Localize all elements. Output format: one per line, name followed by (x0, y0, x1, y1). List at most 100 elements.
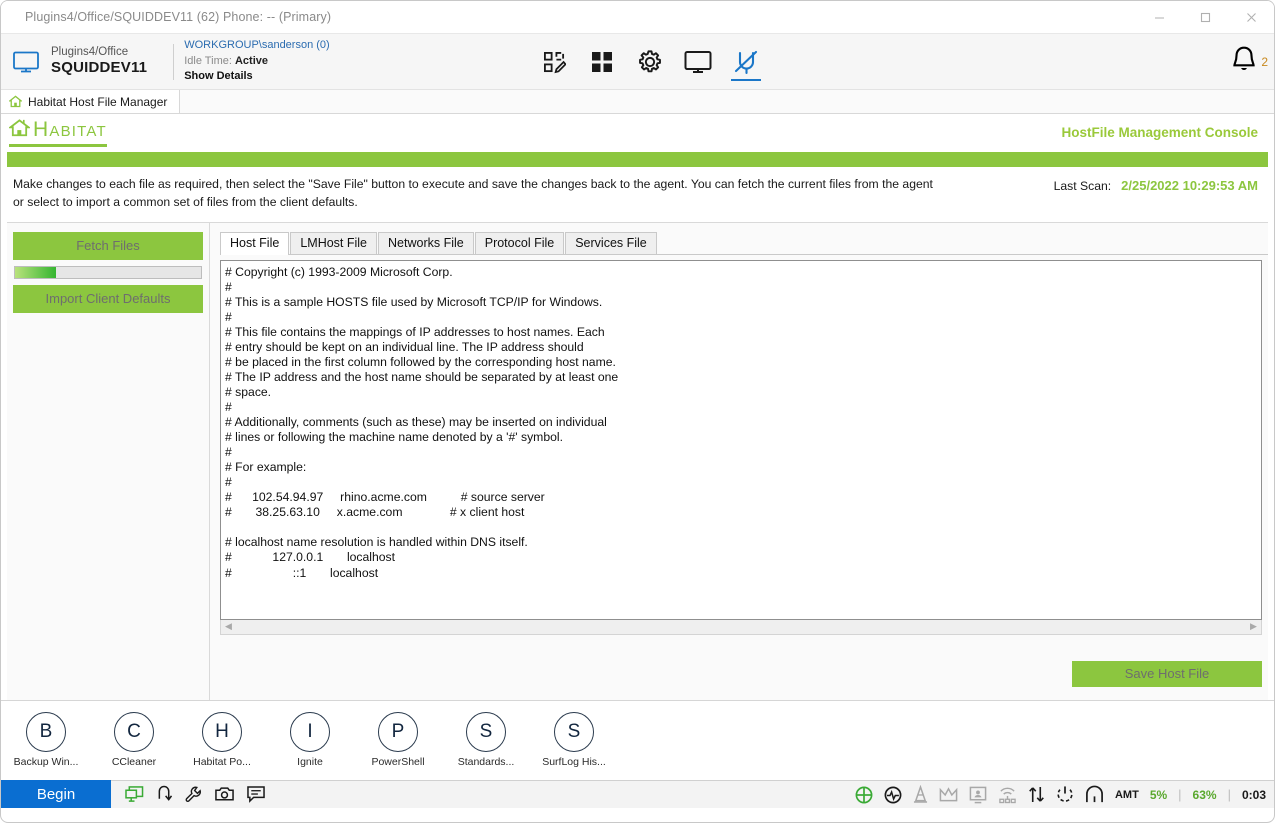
wrench-icon[interactable] (185, 786, 202, 803)
dock-item-label: Backup Win... (13, 756, 79, 769)
dock-item[interactable]: C CCleaner (103, 712, 165, 768)
file-tab-protocol-file[interactable]: Protocol File (474, 231, 565, 254)
save-host-file-button[interactable]: Save Host File (1072, 660, 1262, 687)
remote-screens-icon[interactable] (125, 785, 144, 803)
status-divider-2: | (1227, 787, 1231, 803)
monitor-icon (13, 51, 39, 73)
dock-item-avatar: I (290, 712, 330, 753)
device-session-info: WORKGROUP\sanderson (0) Idle Time: Activ… (184, 38, 329, 86)
dock-item-avatar: B (26, 712, 66, 753)
host-file-textarea[interactable]: # Copyright (c) 1993-2009 Microsoft Corp… (221, 261, 1261, 581)
logged-in-user: WORKGROUP\sanderson (0) (184, 38, 330, 51)
dock-item[interactable]: S Standards... (455, 712, 517, 768)
notifications-area[interactable]: 2 (1229, 34, 1268, 90)
dock-item-avatar: H (202, 712, 242, 753)
network-icon[interactable] (998, 786, 1017, 804)
content-body: Fetch Files Import Client Defaults Host … (7, 221, 1268, 700)
crown-icon[interactable] (939, 786, 958, 803)
dock-item[interactable]: B Backup Win... (13, 712, 79, 769)
idle-time-row: Idle Time: Active (184, 54, 329, 70)
header-toolbar (537, 34, 763, 90)
device-identity: Plugins4/Office SQUIDDEV11 (51, 45, 147, 77)
dock-item[interactable]: H Habitat Po... (191, 712, 253, 768)
file-tab-lmhost-file[interactable]: LMHost File (290, 231, 378, 254)
file-editor-container[interactable]: # Copyright (c) 1993-2009 Microsoft Corp… (220, 259, 1262, 620)
heartbeat-icon[interactable] (884, 786, 902, 804)
fetch-progress-fill (15, 266, 56, 278)
battery-value: 63% (1192, 787, 1217, 802)
dock-item[interactable]: P PowerShell (367, 712, 429, 768)
application-window: Plugins4/Office/SQUIDDEV11 (62) Phone: -… (0, 0, 1275, 823)
dock-item-avatar: S (554, 712, 594, 753)
page-tab-strip: Habitat Host File Manager (1, 90, 1274, 114)
left-action-pane: Fetch Files Import Client Defaults (7, 222, 210, 700)
maximize-icon[interactable] (1182, 1, 1228, 34)
fetch-files-button[interactable]: Fetch Files (13, 231, 203, 260)
file-tab-services-file[interactable]: Services File (565, 231, 657, 254)
console-title: HostFile Management Console (1061, 124, 1258, 140)
device-name: SQUIDDEV11 (51, 59, 148, 77)
file-tab-label: Protocol File (484, 235, 555, 250)
last-scan-label: Last Scan: (1053, 179, 1112, 193)
gear-icon[interactable] (633, 42, 667, 82)
import-client-defaults-button[interactable]: Import Client Defaults (13, 284, 203, 313)
application-dock: B Backup Win... C CCleaner H Habitat Po... I Ig… (1, 699, 1274, 780)
chat-icon[interactable] (247, 785, 265, 803)
power-icon[interactable] (1056, 785, 1074, 804)
instruction-row: Make changes to each file as required, t… (1, 167, 1274, 222)
file-tab-label: LMHost File (300, 235, 368, 250)
bell-icon[interactable] (1229, 44, 1259, 81)
file-editor-pane: Host File LMHost File Networks File Protoco… (210, 223, 1268, 700)
dock-item-label: Ignite (297, 756, 323, 769)
title-bar: Plugins4/Office/SQUIDDEV11 (62) Phone: -… (1, 1, 1274, 34)
file-tab-label: Networks File (388, 235, 464, 250)
device-org: Plugins4/Office (51, 46, 129, 59)
minimize-icon[interactable] (1136, 1, 1182, 34)
status-left-icons (125, 785, 265, 803)
dock-item-avatar: S (466, 712, 506, 753)
scroll-right-icon[interactable]: ▶ (1246, 620, 1261, 633)
close-icon[interactable] (1228, 1, 1274, 34)
show-details-link[interactable]: Show Details (184, 69, 329, 85)
monitor-icon[interactable] (681, 42, 715, 82)
home-icon (9, 95, 22, 108)
user-monitor-icon[interactable] (969, 786, 987, 804)
edit-grid-icon[interactable] (537, 42, 571, 82)
page-tab-habitat-host-file-manager[interactable]: Habitat Host File Manager (1, 90, 181, 113)
last-scan-value: 2/25/2022 10:29:53 AM (1121, 178, 1258, 193)
device-header: Plugins4/Office SQUIDDEV11 WORKGROUP\san… (1, 34, 1274, 90)
header-divider (173, 43, 175, 80)
session-time-value: 0:03 (1241, 787, 1266, 802)
file-tab-host-file[interactable]: Host File (220, 231, 290, 255)
amt-label: AMT (1114, 788, 1139, 801)
dock-item[interactable]: S SurfLog His... (542, 712, 606, 769)
house-icon (7, 118, 32, 143)
idle-time-value: Active (234, 54, 268, 67)
fetch-progress-bar (14, 265, 202, 279)
dock-item-avatar: P (378, 712, 418, 753)
dock-item-label: Habitat Po... (193, 756, 251, 769)
dock-item-label: SurfLog His... (542, 756, 606, 769)
grid-icon[interactable] (585, 42, 619, 82)
scroll-left-icon[interactable]: ◀ (221, 620, 236, 633)
cone-icon[interactable] (913, 785, 928, 804)
status-divider-1: | (1178, 787, 1182, 803)
transfer-icon[interactable] (1028, 785, 1045, 804)
camera-icon[interactable] (215, 786, 234, 802)
dock-item-label: CCleaner (111, 756, 157, 769)
dock-item[interactable]: I Ignite (279, 712, 341, 768)
horizontal-scrollbar[interactable]: ◀ ▶ (220, 619, 1262, 635)
instruction-text: Make changes to each file as required, t… (13, 177, 933, 210)
target-icon[interactable] (855, 786, 873, 804)
plug-icon[interactable] (729, 42, 763, 82)
idle-time-label: Idle Time: (184, 54, 232, 67)
habitat-wordmark: Habitat (33, 118, 107, 141)
begin-button[interactable]: Begin (1, 780, 111, 809)
file-tab-networks-file[interactable]: Networks File (378, 231, 474, 254)
habitat-arch-icon[interactable] (1085, 785, 1104, 804)
green-accent-bar (7, 152, 1268, 167)
undo-arrow-icon[interactable] (157, 785, 172, 803)
brand-row: Habitat HostFile Management Console (1, 114, 1274, 150)
save-bar: Save Host File (220, 660, 1262, 687)
status-bar: Begin AMT 5% | 63% | 0:03 (1, 779, 1274, 809)
